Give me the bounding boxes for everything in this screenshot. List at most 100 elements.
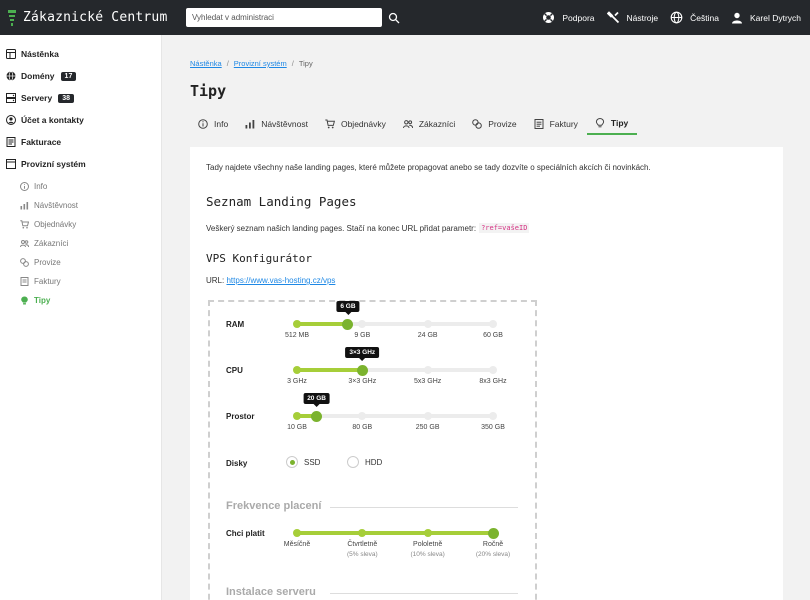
cart-icon: [325, 119, 335, 128]
brand[interactable]: Zákaznické Centrum: [7, 9, 185, 26]
sidebar-item-account[interactable]: Účet a kontakty: [0, 109, 161, 131]
ram-step-dot[interactable]: [358, 320, 367, 328]
tab-label: Zákazníci: [418, 118, 456, 129]
billing-step-dot[interactable]: [423, 529, 432, 537]
cart-icon: [20, 220, 29, 229]
tab-orders[interactable]: Objednávky: [317, 112, 395, 135]
tab-label: Faktury: [549, 118, 578, 129]
document-icon: [20, 277, 29, 286]
top-nav-language[interactable]: Čeština: [670, 11, 719, 24]
cpu-tick-label: 8x3 GHz: [479, 378, 507, 385]
vps-url: URL: https://www.vas-hosting.cz/vps: [206, 276, 335, 285]
disk-option-hdd[interactable]: HDD: [347, 456, 382, 468]
top-nav-tools[interactable]: Nástroje: [606, 11, 658, 24]
sidebar-sub-commissions[interactable]: Provize: [0, 253, 161, 272]
top-nav: Podpora Nástroje Čeština Karel Dytrych: [530, 11, 801, 24]
storage-step-dot[interactable]: [293, 412, 301, 420]
ram-step-dot[interactable]: [423, 320, 432, 328]
coins-icon: [20, 258, 29, 267]
search-input[interactable]: [186, 8, 382, 27]
ram-step-dot[interactable]: [293, 320, 301, 328]
ref-param-code: ?ref=vašeID: [479, 223, 530, 233]
server-install-heading: Instalace serveru: [226, 586, 316, 598]
search-icon[interactable]: [388, 12, 400, 24]
cpu-step-dot[interactable]: [293, 366, 301, 374]
tools-icon: [606, 11, 619, 24]
billing-slider-handle[interactable]: [487, 527, 499, 539]
vps-url-link[interactable]: https://www.vas-hosting.cz/vps: [226, 276, 335, 285]
cpu-tick-label: 3 GHz: [287, 378, 307, 385]
sidebar-sub-info[interactable]: Info: [0, 177, 161, 196]
landing-pages-description: Veškerý seznam našich landing pages. Sta…: [206, 223, 530, 233]
document-icon: [534, 118, 544, 129]
top-nav-support[interactable]: Podpora: [542, 11, 595, 24]
sidebar-item-affiliate[interactable]: Provizní systém: [0, 153, 161, 175]
billing-tick-label: Čtvrtletně (5% sleva): [346, 541, 378, 558]
storage-slider-handle[interactable]: [311, 410, 323, 422]
tabs: Info Návštěvnost Objednávky Zákazníci Pr…: [190, 112, 638, 135]
cpu-step-dot[interactable]: [423, 366, 432, 374]
storage-step-dot[interactable]: [423, 412, 432, 420]
cpu-label: CPU: [226, 366, 243, 375]
sidebar-sub-customers[interactable]: Zákazníci: [0, 234, 161, 253]
ram-slider[interactable]: 6 GB 512 MB 9 GB 24 GB 60 GB: [285, 301, 503, 339]
tab-invoices[interactable]: Faktury: [526, 112, 587, 135]
billing-tick-label: Pololetně (10% sleva): [410, 541, 445, 558]
billing-tick-label: Měsíčně: [283, 541, 311, 548]
billing-step-dot[interactable]: [293, 529, 301, 537]
storage-step-dot[interactable]: [358, 412, 367, 420]
cpu-value-tooltip: 3×3 GHz: [345, 347, 380, 361]
cpu-step-dot[interactable]: [489, 366, 497, 374]
tab-info[interactable]: Info: [190, 112, 237, 135]
billing-discount: (10% sleva): [410, 551, 445, 558]
window-icon: [6, 159, 16, 169]
storage-value-tooltip: 20 GB: [303, 393, 330, 407]
sidebar-sub-invoices[interactable]: Faktury: [0, 272, 161, 291]
tab-label: Provize: [488, 118, 517, 129]
sidebar-sub-traffic[interactable]: Návštěvnost: [0, 196, 161, 215]
billing-slider[interactable]: Měsíčně Čtvrtletně (5% sleva) Pololetně (1…: [284, 527, 510, 558]
billing-tick-label: Ročně (20% sleva): [475, 541, 511, 558]
billing-slider-fill: [297, 531, 493, 535]
sidebar-item-label: Nástěnka: [21, 49, 59, 59]
storage-slider[interactable]: 20 GB 10 GB 80 GB 250 GB 350 GB: [287, 393, 505, 431]
cpu-slider[interactable]: 3×3 GHz 3 GHz 3×3 GHz 5x3 GHz 8x3 GHz: [287, 347, 507, 385]
top-nav-user[interactable]: Karel Dytrych: [731, 12, 801, 24]
tab-customers[interactable]: Zákazníci: [395, 112, 464, 135]
tab-commissions[interactable]: Provize: [464, 112, 525, 135]
sidebar-sub-label: Info: [34, 182, 48, 191]
ram-step-dot[interactable]: [489, 320, 497, 328]
sidebar-item-dashboard[interactable]: Nástěnka: [0, 43, 161, 65]
storage-step-dot[interactable]: [489, 412, 497, 420]
billing-step-dot[interactable]: [358, 529, 367, 537]
sidebar-item-label: Provizní systém: [21, 159, 86, 169]
breadcrumb-home-link[interactable]: Nástěnka: [190, 59, 222, 68]
sidebar-sub-tips[interactable]: Tipy: [0, 291, 161, 310]
breadcrumb-section-link[interactable]: Provizní systém: [234, 59, 287, 68]
cpu-tick-label: 5x3 GHz: [414, 378, 442, 385]
globe-icon: [670, 11, 683, 24]
sidebar-sub-orders[interactable]: Objednávky: [0, 215, 161, 234]
vps-configurator-heading: VPS Konfigurátor: [206, 252, 312, 265]
sidebar-item-domains[interactable]: Domény 17: [0, 65, 161, 87]
sidebar-sub-label: Provize: [34, 258, 61, 267]
radio-button[interactable]: [286, 456, 298, 468]
ram-tick-label: 512 MB: [284, 332, 310, 339]
disk-option-ssd[interactable]: SSD: [286, 456, 320, 468]
sidebar-sub-label: Faktury: [34, 277, 61, 286]
content-card: Tady najdete všechny naše landing pages,…: [190, 147, 783, 600]
breadcrumb: Nástěnka / Provizní systém / Tipy: [190, 59, 313, 68]
storage-tick-label: 10 GB: [287, 424, 307, 431]
disks-label: Disky: [226, 459, 248, 468]
tab-traffic[interactable]: Návštěvnost: [237, 112, 317, 135]
users-icon: [20, 239, 29, 248]
cpu-slider-handle[interactable]: [356, 364, 368, 376]
sidebar-item-billing[interactable]: Fakturace: [0, 131, 161, 153]
radio-button[interactable]: [347, 456, 359, 468]
tab-label: Tipy: [610, 117, 629, 128]
ram-slider-handle[interactable]: [342, 318, 354, 330]
storage-tick-label: 350 GB: [481, 424, 505, 431]
billing-label: Chci platit: [226, 529, 265, 538]
sidebar-item-servers[interactable]: Servery 38: [0, 87, 161, 109]
tab-tips[interactable]: Tipy: [586, 112, 638, 135]
